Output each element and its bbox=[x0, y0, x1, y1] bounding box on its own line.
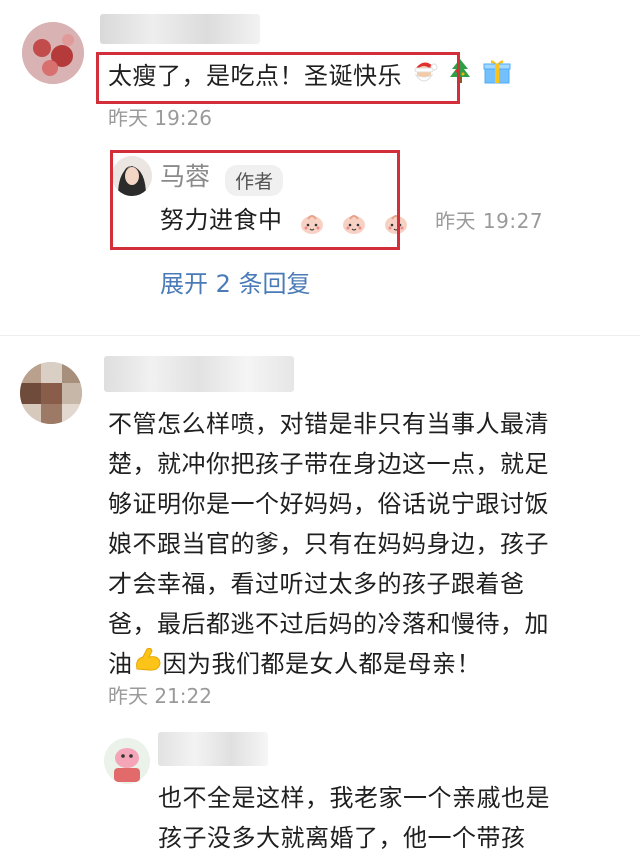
comment-line: 娘不跟当官的爹，只有在妈妈身边，孩子 bbox=[108, 530, 549, 558]
reply-line: 也不全是这样，我老家一个亲戚也是 bbox=[158, 784, 550, 812]
avatar[interactable] bbox=[20, 362, 82, 424]
comment-time: 昨天 21:22 bbox=[108, 684, 212, 708]
reply-time: 昨天 19:27 bbox=[435, 209, 544, 233]
expand-replies-link[interactable]: 展开 2 条回复 bbox=[160, 264, 311, 299]
flexed-biceps-icon bbox=[133, 645, 163, 685]
avatar-image-pixelated bbox=[20, 362, 82, 424]
blurred-username bbox=[158, 732, 268, 766]
highlight-box-comment bbox=[96, 52, 460, 104]
avatar[interactable] bbox=[104, 738, 150, 784]
comment-line: 才会幸福，看过听过太多的孩子跟着爸 bbox=[108, 570, 525, 598]
comment-text-2: 不管怎么样喷，对错是非只有当事人最清 楚，就冲你把孩子带在身边这一点，就足 够证… bbox=[108, 404, 549, 685]
avatar[interactable] bbox=[22, 22, 84, 84]
avatar-image bbox=[22, 22, 84, 84]
reply-text-2: 也不全是这样，我老家一个亲戚也是 孩子没多大就离婚了，他一个带孩 bbox=[158, 778, 550, 858]
comment-line: 爸，最后都逃不过后妈的冷落和慢待，加 bbox=[108, 610, 549, 638]
comment-last-line: 油 因为我们都是女人都是母亲！ bbox=[108, 644, 549, 685]
comment-line-prefix: 油 bbox=[108, 650, 133, 678]
comment-line: 不管怎么样喷，对错是非只有当事人最清 bbox=[108, 410, 549, 438]
avatar-image bbox=[104, 738, 150, 784]
comment-time: 昨天 19:26 bbox=[108, 106, 212, 130]
divider bbox=[0, 335, 640, 336]
highlight-box-author-reply bbox=[110, 150, 400, 250]
blurred-username bbox=[100, 14, 260, 44]
comment-line: 够证明你是一个好妈妈，俗话说宁跟讨饭 bbox=[108, 490, 549, 518]
comment-line: 因为我们都是女人都是母亲！ bbox=[162, 650, 481, 678]
reply-line: 孩子没多大就离婚了，他一个带孩 bbox=[158, 824, 526, 852]
gift-icon bbox=[482, 57, 512, 97]
comment-line: 楚，就冲你把孩子带在身边这一点，就足 bbox=[108, 450, 549, 478]
blurred-username bbox=[104, 356, 294, 392]
